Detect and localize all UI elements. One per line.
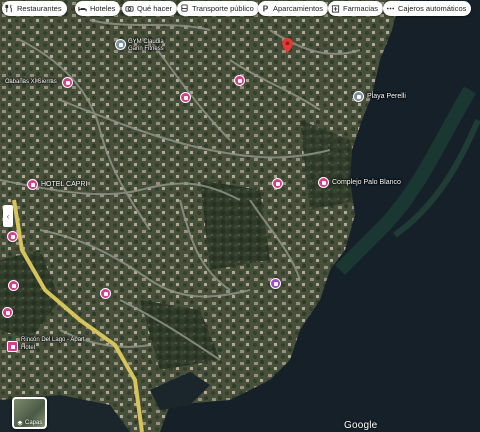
complejo-palo-blanco-label[interactable]: Complejo Palo Blanco [332,179,401,187]
bus-icon [180,4,189,13]
pharmacy-icon [331,4,340,13]
cabanas-pin[interactable] [62,77,73,88]
rincon-del-lago-sub: Hotel [21,345,36,351]
chip-transporte-publico[interactable]: Transporte público [177,1,259,16]
map-imagery [0,0,480,432]
hotel-capri-label[interactable]: HOTEL CAPRI [41,181,87,189]
rincon-del-lago-label[interactable]: Rincón Del Lago - Apart [21,337,85,344]
beach-pin[interactable] [353,91,364,102]
hotel-capri-pin[interactable] [27,179,38,190]
layers-label: Capas [25,420,43,426]
rincon-del-lago-pin[interactable] [7,341,18,352]
chip-que-hacer[interactable]: Qué hacer [122,1,178,16]
layers-button[interactable]: Capas [12,397,47,429]
chip-cajeros[interactable]: Cajeros automáticos [383,1,472,16]
gym-pin[interactable] [115,39,126,50]
place-pin[interactable] [270,278,281,289]
gym-label[interactable]: GYM Claudia Garin Fitness [128,39,164,53]
google-logo: Google [344,420,378,431]
place-pin[interactable] [7,231,18,242]
bed-icon [78,4,87,13]
chip-aparcamientos[interactable]: P Aparcamientos [258,1,329,16]
fork-knife-icon [5,4,14,13]
parking-icon: P [261,4,270,13]
layers-icon [17,420,23,426]
dropped-pin-icon[interactable] [282,38,293,54]
cabanas-label[interactable]: Cabañas Xl Sierras [5,79,57,86]
chip-restaurantes[interactable]: Restaurantes [2,1,67,16]
place-pin[interactable] [234,75,245,86]
playa-perelli-label[interactable]: Playa Perelli [367,93,406,101]
chip-farmacias[interactable]: Farmacias [328,1,384,16]
svg-text:P: P [263,5,269,13]
satellite-map[interactable]: Restaurantes Hoteles Qué hacer Transport… [0,0,480,432]
place-pin[interactable] [8,280,19,291]
complejo-pin[interactable] [318,177,329,188]
place-pin[interactable] [100,288,111,299]
atm-icon [386,4,395,13]
place-pin[interactable] [2,307,13,318]
collapse-panel-handle[interactable]: ‹ [3,205,13,227]
chip-hoteles[interactable]: Hoteles [75,1,121,16]
place-pin[interactable] [272,178,283,189]
filter-chip-bar: Restaurantes Hoteles Qué hacer Transport… [0,0,480,18]
camera-icon [125,4,134,13]
place-pin[interactable] [180,92,191,103]
